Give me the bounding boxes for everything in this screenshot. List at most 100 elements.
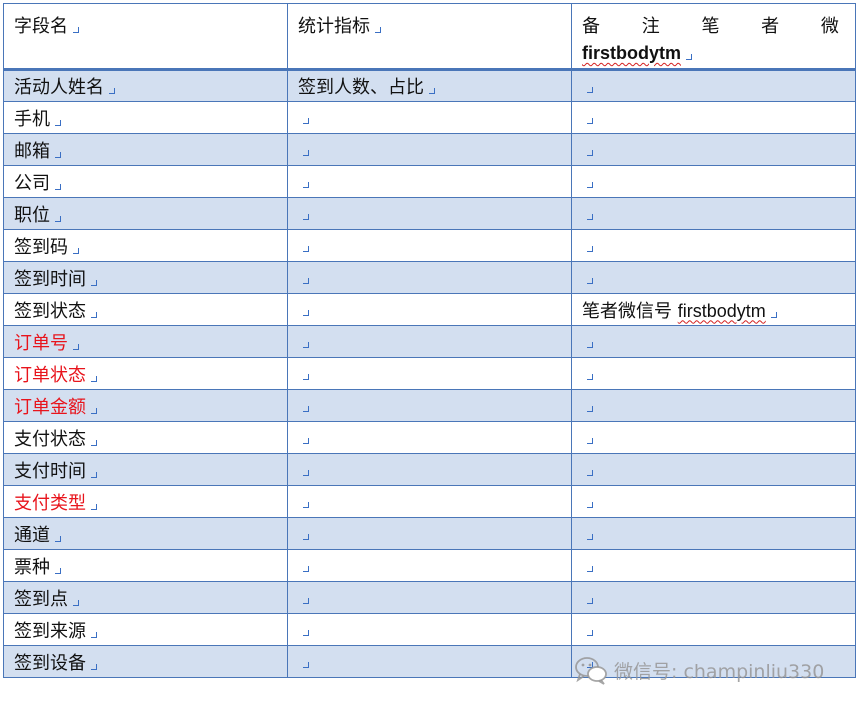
paragraph-mark-icon: [587, 118, 593, 124]
paragraph-mark-icon: [73, 599, 79, 606]
table-row: 签到码: [3, 229, 856, 262]
field-name-cell: 订单状态: [3, 357, 288, 390]
metric-cell: [287, 485, 572, 518]
table-row: 公司: [3, 165, 856, 198]
paragraph-mark-icon: [91, 439, 97, 446]
field-name-cell-text: 公司: [14, 172, 50, 194]
field-name-cell-text: 支付时间: [14, 460, 86, 482]
paragraph-mark-icon: [303, 214, 309, 220]
paragraph-mark-icon: [91, 407, 97, 414]
paragraph-mark-icon: [587, 470, 593, 476]
paragraph-mark-icon: [587, 502, 593, 508]
table-row: 签到时间: [3, 261, 856, 294]
field-name-cell: 手机: [3, 101, 288, 134]
field-name-cell: 支付类型: [3, 485, 288, 518]
field-name-cell-text: 签到时间: [14, 268, 86, 290]
field-name-cell: 支付时间: [3, 453, 288, 486]
metric-cell: 签到人数、占比: [287, 69, 572, 102]
paragraph-mark-icon: [55, 183, 61, 190]
paragraph-mark-icon: [73, 27, 79, 33]
note-cell: [571, 229, 856, 262]
paragraph-mark-icon: [303, 374, 309, 380]
table-row: 票种: [3, 549, 856, 582]
paragraph-mark-icon: [303, 630, 309, 636]
paragraph-mark-icon: [109, 88, 115, 94]
field-name-cell: 订单号: [3, 325, 288, 358]
paragraph-mark-icon: [303, 502, 309, 508]
table-row: 签到设备: [3, 645, 856, 678]
paragraph-mark-icon: [55, 535, 61, 542]
metric-cell: [287, 389, 572, 422]
paragraph-mark-icon: [587, 278, 593, 284]
paragraph-mark-icon: [73, 343, 79, 350]
paragraph-mark-icon: [587, 662, 593, 668]
note-cell-text: 笔者微信号 firstbodytm: [582, 300, 766, 322]
table-row: 订单号: [3, 325, 856, 358]
table-row: 订单状态: [3, 357, 856, 390]
metric-cell: [287, 197, 572, 230]
table-row: 职位: [3, 197, 856, 230]
header-note: 备 注 笔 者 微 信 号 firstbodytm: [571, 3, 856, 71]
paragraph-mark-icon: [91, 279, 97, 286]
metric-cell: [287, 357, 572, 390]
note-cell: [571, 613, 856, 646]
metric-cell: [287, 517, 572, 550]
field-name-cell: 签到设备: [3, 645, 288, 678]
note-cell: [571, 549, 856, 582]
field-name-cell-text: 支付状态: [14, 428, 86, 450]
table-body: 字段名 统计指标 备 注 笔 者 微 信 号 firstbodytm 活动人姓名…: [3, 3, 856, 678]
field-name-cell-text: 签到来源: [14, 620, 86, 642]
paragraph-mark-icon: [587, 438, 593, 444]
paragraph-mark-icon: [587, 246, 593, 252]
field-name-cell-text: 通道: [14, 524, 50, 546]
field-name-cell: 票种: [3, 549, 288, 582]
header-note-label: 备 注 笔 者 微 信 号: [582, 16, 856, 37]
field-name-cell: 签到状态: [3, 293, 288, 326]
metric-cell: [287, 549, 572, 582]
note-cell: [571, 165, 856, 198]
note-cell: 笔者微信号 firstbodytm: [571, 293, 856, 326]
field-name-cell-text: 手机: [14, 108, 50, 130]
note-cell: [571, 69, 856, 102]
table-row: 支付状态: [3, 421, 856, 454]
paragraph-mark-icon: [73, 247, 79, 254]
field-name-cell: 订单金额: [3, 389, 288, 422]
field-name-cell-text: 订单状态: [14, 364, 86, 386]
paragraph-mark-icon: [303, 598, 309, 604]
paragraph-mark-icon: [303, 118, 309, 124]
metric-cell: [287, 453, 572, 486]
note-cell: [571, 101, 856, 134]
metric-cell: [287, 261, 572, 294]
paragraph-mark-icon: [587, 150, 593, 156]
paragraph-mark-icon: [375, 27, 381, 33]
table-row: 活动人姓名 签到人数、占比: [3, 69, 856, 102]
table-row: 支付类型: [3, 485, 856, 518]
paragraph-mark-icon: [55, 119, 61, 126]
paragraph-mark-icon: [91, 311, 97, 318]
field-name-cell: 签到点: [3, 581, 288, 614]
table-row: 签到点: [3, 581, 856, 614]
table-row: 通道: [3, 517, 856, 550]
field-name-cell: 职位: [3, 197, 288, 230]
note-cell: [571, 197, 856, 230]
paragraph-mark-icon: [587, 598, 593, 604]
paragraph-mark-icon: [587, 406, 593, 412]
paragraph-mark-icon: [587, 342, 593, 348]
table-row: 手机: [3, 101, 856, 134]
metric-cell: [287, 293, 572, 326]
field-name-cell-text: 职位: [14, 204, 50, 226]
table-row: 邮箱: [3, 133, 856, 166]
paragraph-mark-icon: [587, 86, 593, 93]
paragraph-mark-icon: [587, 534, 593, 540]
note-cell: [571, 453, 856, 486]
note-cell: [571, 645, 856, 678]
paragraph-mark-icon: [55, 151, 61, 158]
paragraph-mark-icon: [91, 503, 97, 510]
paragraph-mark-icon: [587, 182, 593, 188]
metric-cell: [287, 133, 572, 166]
paragraph-mark-icon: [91, 631, 97, 638]
metric-cell: [287, 645, 572, 678]
paragraph-mark-icon: [303, 246, 309, 252]
paragraph-mark-icon: [587, 566, 593, 572]
paragraph-mark-icon: [587, 214, 593, 220]
